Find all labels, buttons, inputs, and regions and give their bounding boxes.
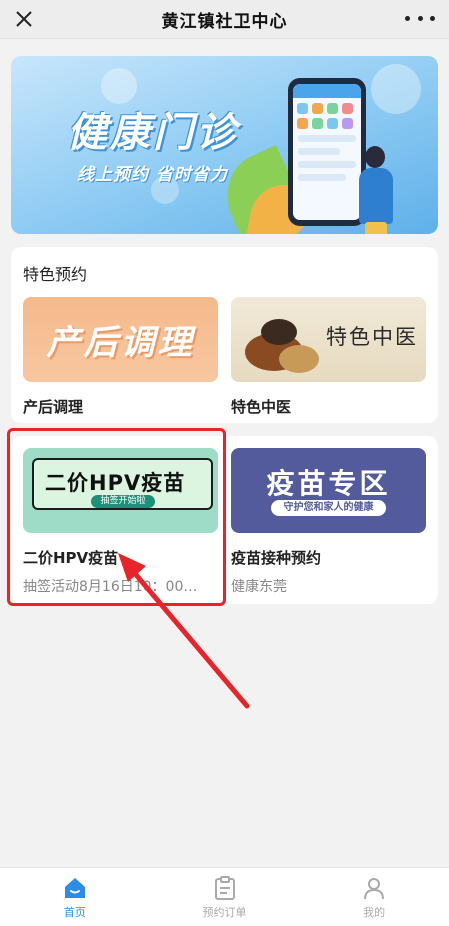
navigation-bar: 黄江镇社卫中心 <box>0 0 449 39</box>
thumbnail-band: 守护您和家人的健康 <box>271 500 386 516</box>
section-title: 特色预约 <box>23 265 88 284</box>
tab-profile[interactable]: 我的 <box>299 868 449 926</box>
thumbnail-text: 产后调理 <box>46 323 195 363</box>
tab-home[interactable]: 首页 <box>0 868 150 926</box>
close-icon[interactable] <box>12 7 36 31</box>
person-icon <box>364 878 385 900</box>
more-icon[interactable] <box>405 6 435 30</box>
tcm-item[interactable]: 特色中医 特色中医 <box>231 297 426 417</box>
home-icon <box>64 878 85 898</box>
vaccine-thumbnail: 疫苗专区 守护您和家人的健康 <box>231 448 426 533</box>
banner-subtitle: 线上预约 省时省力 <box>77 165 228 185</box>
tab-bar: 首页 预约订单 我的 <box>0 867 449 926</box>
tcm-thumbnail: 特色中医 <box>231 297 426 382</box>
hero-banner[interactable]: 健康门诊 线上预约 省时省力 <box>11 56 438 234</box>
banner-title: 健康门诊 <box>67 110 239 156</box>
postpartum-thumbnail: 产后调理 <box>23 297 218 382</box>
clipboard-icon <box>214 876 235 900</box>
item-label: 疫苗接种预约 <box>231 549 322 567</box>
tab-label: 首页 <box>63 906 86 919</box>
thumbnail-text: 特色中医 <box>326 325 418 349</box>
tab-label: 预约订单 <box>202 906 247 919</box>
thumbnail-text: 疫苗专区 <box>266 467 391 500</box>
postpartum-care-item[interactable]: 产后调理 产后调理 <box>23 297 218 417</box>
item-subtitle: 健康东莞 <box>231 579 287 595</box>
tab-orders[interactable]: 预约订单 <box>150 868 300 926</box>
tab-label: 我的 <box>363 906 386 919</box>
item-label: 产后调理 <box>23 398 84 416</box>
person-illustration <box>351 146 397 234</box>
vaccination-booking-item[interactable]: 疫苗专区 守护您和家人的健康 疫苗接种预约 健康东莞 <box>231 448 426 596</box>
highlight-box <box>7 428 226 606</box>
item-label: 特色中医 <box>231 398 292 416</box>
page-title: 黄江镇社卫中心 <box>161 11 288 32</box>
featured-section: 特色预约 产后调理 产后调理 特色中医 特色中医 <box>11 247 438 423</box>
